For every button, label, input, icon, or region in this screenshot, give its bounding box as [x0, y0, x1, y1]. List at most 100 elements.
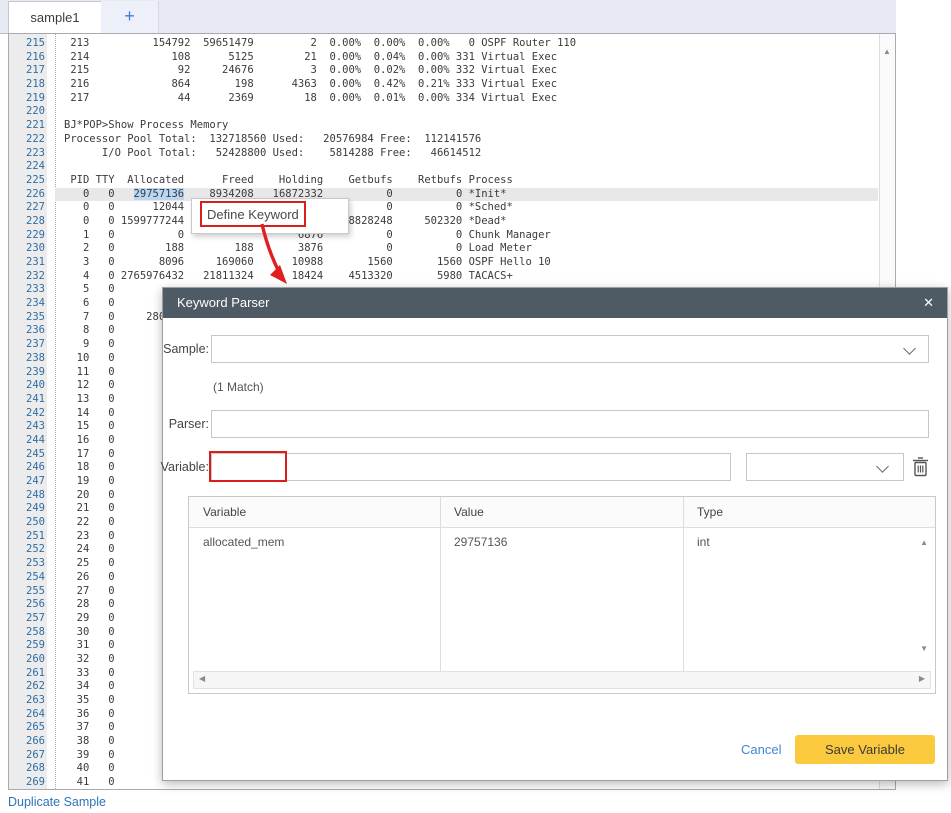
line-text: 32 0 [64, 653, 115, 667]
line-text: 33 0 [64, 667, 115, 681]
variables-table: Variable Value Type allocated_mem 297571… [188, 496, 936, 694]
editor-line: 223 I/O Pool Total: 52428800 Used: 58142… [9, 147, 895, 161]
add-tab-button[interactable]: + [101, 1, 159, 33]
tab-bar: sample1 + [0, 0, 896, 34]
line-text: 6 0 [64, 297, 115, 311]
scroll-up-icon[interactable]: ▲ [883, 48, 891, 56]
line-number: 254 [9, 571, 45, 585]
line-number: 256 [9, 598, 45, 612]
line-text: 41 0 [64, 776, 115, 790]
line-text: 15 0 [64, 420, 115, 434]
editor-line: 224 [9, 160, 895, 174]
line-text: 39 0 [64, 749, 115, 763]
dialog-title: Keyword Parser [177, 288, 269, 318]
line-number: 246 [9, 461, 45, 475]
line-text: Processor Pool Total: 132718560 Used: 20… [64, 133, 481, 147]
line-text: 217 44 2369 18 0.00% 0.01% 0.00% 334 Vir… [64, 92, 557, 106]
line-number: 233 [9, 283, 45, 297]
variable-name-input[interactable]: allocated_mem [211, 453, 731, 481]
keyword-parser-dialog: Keyword Parser ✕ Sample: 0 0 29757136 89… [162, 287, 948, 781]
line-number: 239 [9, 366, 45, 380]
line-number: 234 [9, 297, 45, 311]
header-type: Type [697, 497, 723, 527]
line-text: 37 0 [64, 721, 115, 735]
editor-line: 219 217 44 2369 18 0.00% 0.01% 0.00% 334… [9, 92, 895, 106]
line-text: 3 0 8096 169060 10988 1560 1560 OSPF Hel… [64, 256, 551, 270]
line-number: 249 [9, 502, 45, 516]
scroll-up-icon[interactable]: ▲ [920, 539, 928, 547]
line-number: 224 [9, 160, 45, 174]
line-number: 238 [9, 352, 45, 366]
line-number: 264 [9, 708, 45, 722]
line-number: 263 [9, 694, 45, 708]
scroll-down-icon[interactable]: ▼ [920, 645, 928, 653]
line-text: 18 0 [64, 461, 115, 475]
line-text: 23 0 [64, 530, 115, 544]
line-number: 220 [9, 105, 45, 119]
line-number: 269 [9, 776, 45, 790]
selected-text[interactable]: 29757136 [134, 188, 185, 200]
parser-label: Parser: [143, 417, 209, 431]
line-text: 11 0 [64, 366, 115, 380]
line-text: I/O Pool Total: 52428800 Used: 5814288 F… [64, 147, 481, 161]
line-number: 267 [9, 749, 45, 763]
line-text: 22 0 [64, 516, 115, 530]
scroll-right-icon[interactable]: ▶ [919, 675, 925, 683]
line-text: 31 0 [64, 639, 115, 653]
chevron-down-icon [876, 460, 889, 473]
dialog-header[interactable]: Keyword Parser ✕ [163, 288, 947, 318]
line-number: 258 [9, 626, 45, 640]
editor-line: 226 0 0 29757136 8934208 16872332 0 0 *I… [9, 188, 895, 202]
editor-line: 218 216 864 198 4363 0.00% 0.42% 0.21% 3… [9, 78, 895, 92]
line-text: 35 0 [64, 694, 115, 708]
cancel-button[interactable]: Cancel [741, 742, 781, 757]
editor-line: 227 0 0 12044 0 0 *Sched* [9, 201, 895, 215]
annotation-arrow [248, 220, 300, 292]
line-number: 253 [9, 557, 45, 571]
line-number: 236 [9, 324, 45, 338]
close-icon[interactable]: ✕ [923, 288, 934, 318]
table-header-row: Variable Value Type [189, 497, 935, 528]
line-number: 231 [9, 256, 45, 270]
line-text: 12 0 [64, 379, 115, 393]
line-number: 216 [9, 51, 45, 65]
line-text: 21 0 [64, 502, 115, 516]
line-text: 25 0 [64, 557, 115, 571]
column-divider [683, 497, 684, 671]
line-text: 5 0 [64, 283, 115, 297]
line-number: 265 [9, 721, 45, 735]
app-window: sample1 + 215 213 154792 59651479 2 0.00… [0, 0, 951, 813]
line-number: 243 [9, 420, 45, 434]
type-select[interactable]: int [746, 453, 904, 481]
table-row[interactable]: allocated_mem 29757136 int [189, 527, 935, 557]
tab-sample1[interactable]: sample1 [8, 1, 102, 34]
line-text: 40 0 [64, 762, 115, 776]
scroll-left-icon[interactable]: ◀ [199, 675, 205, 683]
line-text: BJ*POP>Show Process Memory [64, 119, 228, 133]
line-text: 27 0 [64, 585, 115, 599]
line-text: 14 0 [64, 407, 115, 421]
line-number: 255 [9, 585, 45, 599]
sample-dropdown[interactable]: 0 0 29757136 8934208 16872332 0 0 *Init* [211, 335, 929, 363]
header-variable: Variable [203, 497, 246, 527]
line-number: 228 [9, 215, 45, 229]
line-text: 34 0 [64, 680, 115, 694]
parser-input[interactable]: $int:allocated_mem 8934208 [211, 410, 929, 438]
line-number: 223 [9, 147, 45, 161]
editor-line: 221BJ*POP>Show Process Memory [9, 119, 895, 133]
line-text: 215 92 24676 3 0.00% 0.02% 0.00% 332 Vir… [64, 64, 557, 78]
save-variable-button[interactable]: Save Variable [795, 735, 935, 764]
line-number: 215 [9, 37, 45, 51]
line-number: 222 [9, 133, 45, 147]
trash-icon[interactable] [912, 457, 929, 477]
duplicate-sample-link[interactable]: Duplicate Sample [8, 795, 106, 809]
line-number: 242 [9, 407, 45, 421]
line-text: 8 0 [64, 324, 115, 338]
line-text: 10 0 [64, 352, 115, 366]
line-number: 226 [9, 188, 45, 202]
line-number: 230 [9, 242, 45, 256]
column-divider [440, 497, 441, 671]
horizontal-scrollbar[interactable]: ◀ ▶ [193, 671, 931, 689]
chevron-down-icon [903, 342, 916, 355]
line-number: 259 [9, 639, 45, 653]
